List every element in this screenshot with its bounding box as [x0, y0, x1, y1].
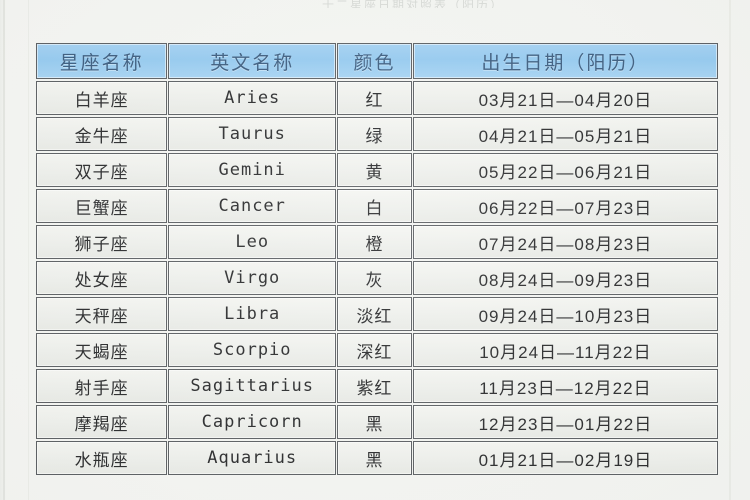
- cell-color-name: 黑: [337, 405, 412, 439]
- cell-cn-name: 天秤座: [36, 297, 168, 331]
- cell-en-name: Aquarius: [168, 441, 337, 475]
- cell-cn-name: 水瓶座: [36, 441, 168, 475]
- cell-en-name: Sagittarius: [168, 369, 337, 403]
- column-header-color: 颜色: [337, 43, 412, 79]
- cell-birth-date: 07月24日—08月23日: [412, 225, 718, 259]
- table-row: 射手座 Sagittarius 紫红 11月23日—12月22日: [36, 369, 718, 403]
- cell-birth-date: 11月23日—12月22日: [412, 369, 718, 403]
- cell-color-name: 灰: [337, 261, 412, 295]
- cell-en-name: Scorpio: [168, 333, 337, 367]
- table-row: 白羊座 Aries 红 03月21日—04月20日: [36, 81, 718, 115]
- table-row: 金牛座 Taurus 绿 04月21日—05月21日: [36, 117, 718, 151]
- table-row: 巨蟹座 Cancer 白 06月22日—07月23日: [36, 189, 718, 223]
- scanned-page: 十二星座日期对照表（阳历） 星座名称 英文名称 颜色 出生日期（阳历） 白羊座 A…: [0, 0, 750, 500]
- table-header-row: 星座名称 英文名称 颜色 出生日期（阳历）: [36, 43, 718, 79]
- page-edge-rule-left: [3, 0, 5, 500]
- cell-color-name: 黑: [337, 441, 412, 475]
- cell-color-name: 紫红: [337, 369, 412, 403]
- cell-en-name: Cancer: [168, 189, 337, 223]
- cell-en-name: Capricorn: [168, 405, 337, 439]
- cell-birth-date: 12月23日—01月22日: [412, 405, 718, 439]
- zodiac-table-container: 星座名称 英文名称 颜色 出生日期（阳历） 白羊座 Aries 红 03月21日—04…: [35, 41, 719, 477]
- cell-color-name: 红: [337, 81, 412, 115]
- cell-cn-name: 狮子座: [36, 225, 168, 259]
- top-caption-cropped: 十二星座日期对照表（阳历）: [321, 0, 504, 8]
- cell-color-name: 黄: [337, 153, 412, 187]
- column-header-en-name: 英文名称: [168, 43, 337, 79]
- cell-birth-date: 09月24日—10月23日: [412, 297, 718, 331]
- cell-cn-name: 天蝎座: [36, 333, 168, 367]
- cell-birth-date: 05月22日—06月21日: [412, 153, 718, 187]
- cell-cn-name: 巨蟹座: [36, 189, 168, 223]
- cell-cn-name: 白羊座: [36, 81, 168, 115]
- table-row: 处女座 Virgo 灰 08月24日—09月23日: [36, 261, 718, 295]
- cell-cn-name: 射手座: [36, 369, 168, 403]
- table-row: 水瓶座 Aquarius 黑 01月21日—02月19日: [36, 441, 718, 475]
- table-header: 星座名称 英文名称 颜色 出生日期（阳历）: [36, 43, 718, 79]
- cell-en-name: Virgo: [168, 261, 337, 295]
- cell-birth-date: 01月21日—02月19日: [412, 441, 718, 475]
- table-row: 双子座 Gemini 黄 05月22日—06月21日: [36, 153, 718, 187]
- cell-en-name: Leo: [168, 225, 337, 259]
- cell-cn-name: 处女座: [36, 261, 168, 295]
- table-row: 天秤座 Libra 淡红 09月24日—10月23日: [36, 297, 718, 331]
- cell-color-name: 绿: [337, 117, 412, 151]
- page-edge-rule-inner: [28, 0, 29, 500]
- cell-birth-date: 03月21日—04月20日: [412, 81, 718, 115]
- table-row: 天蝎座 Scorpio 深红 10月24日—11月22日: [36, 333, 718, 367]
- table-row: 狮子座 Leo 橙 07月24日—08月23日: [36, 225, 718, 259]
- cell-birth-date: 08月24日—09月23日: [412, 261, 718, 295]
- cell-color-name: 深红: [337, 333, 412, 367]
- cell-en-name: Taurus: [168, 117, 337, 151]
- table-body: 白羊座 Aries 红 03月21日—04月20日 金牛座 Taurus 绿 04月21日—0…: [36, 81, 718, 475]
- column-header-birth-date: 出生日期（阳历）: [412, 43, 718, 79]
- cell-birth-date: 04月21日—05月21日: [412, 117, 718, 151]
- cell-cn-name: 摩羯座: [36, 405, 168, 439]
- cell-birth-date: 06月22日—07月23日: [412, 189, 718, 223]
- zodiac-table: 星座名称 英文名称 颜色 出生日期（阳历） 白羊座 Aries 红 03月21日—04…: [35, 41, 719, 477]
- page-edge-rule-right: [729, 0, 731, 500]
- cell-cn-name: 金牛座: [36, 117, 168, 151]
- cell-en-name: Libra: [168, 297, 337, 331]
- cell-en-name: Aries: [168, 81, 337, 115]
- column-header-cn-name: 星座名称: [36, 43, 168, 79]
- cell-birth-date: 10月24日—11月22日: [412, 333, 718, 367]
- cell-en-name: Gemini: [168, 153, 337, 187]
- cell-color-name: 淡红: [337, 297, 412, 331]
- cell-color-name: 橙: [337, 225, 412, 259]
- table-row: 摩羯座 Capricorn 黑 12月23日—01月22日: [36, 405, 718, 439]
- cell-color-name: 白: [337, 189, 412, 223]
- cell-cn-name: 双子座: [36, 153, 168, 187]
